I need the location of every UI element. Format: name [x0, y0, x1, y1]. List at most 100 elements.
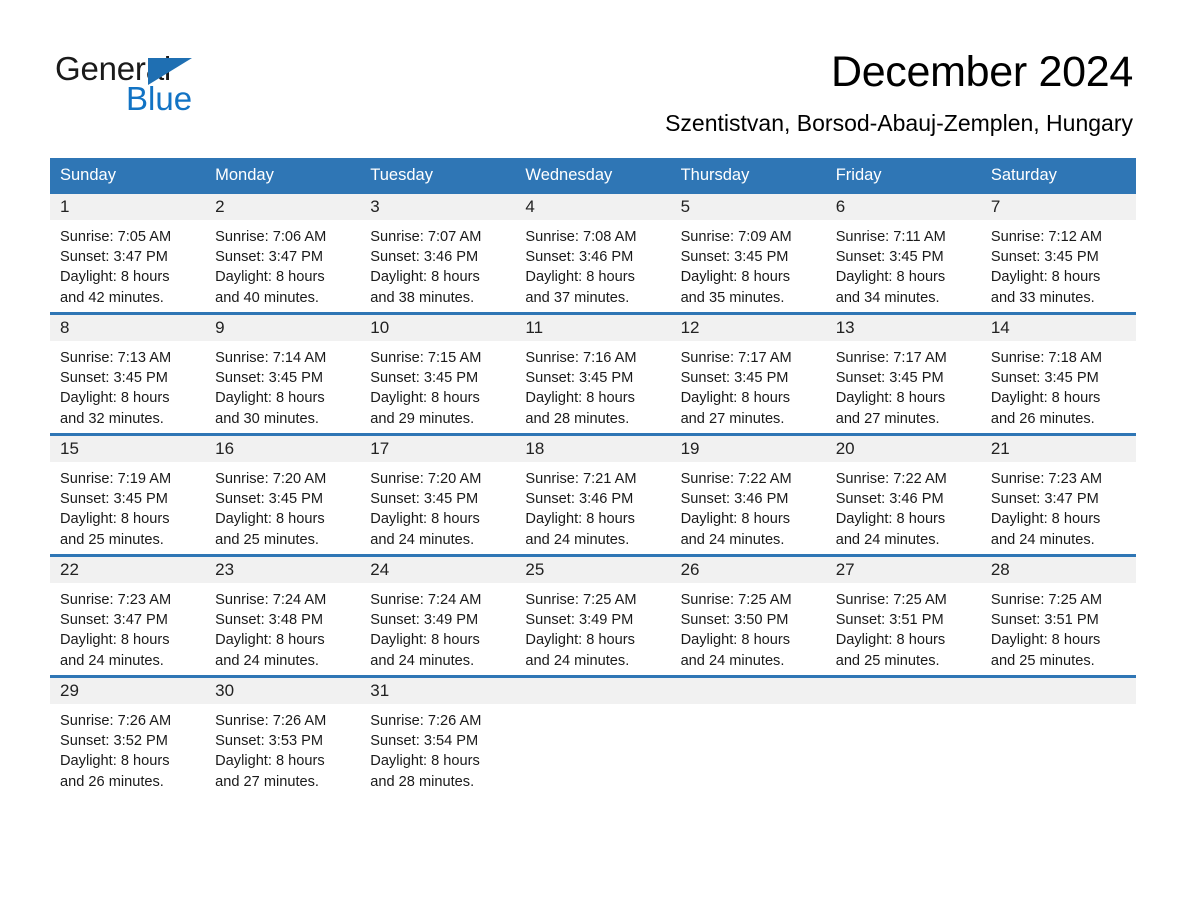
daylight-duration-line1: Daylight: 8 hours [525, 390, 635, 407]
day-details: Sunrise: 7:16 AM Sunset: 3:45 PM Daylight:… [515, 341, 670, 429]
calendar-day-cell[interactable]: 12 Sunrise: 7:17 AM Sunset: 3:45 PM Dayligh… [670, 312, 826, 435]
calendar-day-cell[interactable]: 1 Sunrise: 7:05 AM Sunset: 3:47 PM Daylight… [50, 194, 206, 314]
daylight-duration-line1: Daylight: 8 hours [835, 390, 946, 407]
day-cell-inner: 1 Sunrise: 7:05 AM Sunset: 3:47 PM Daylight… [50, 194, 206, 312]
day-cell-inner [515, 678, 671, 796]
day-number: 13 [825, 315, 981, 341]
sunrise-time: Sunrise: 7:14 AM [215, 350, 327, 366]
daylight-duration-line1: Daylight: 8 hours [215, 753, 325, 770]
sunset-time: Sunset: 3:45 PM [370, 370, 479, 387]
day-cell-inner: 27 Sunrise: 7:25 AM Sunset: 3:51 PM Dayligh… [825, 557, 981, 675]
sunrise-time: Sunrise: 7:21 AM [525, 471, 637, 487]
calendar-day-cell[interactable]: 16 Sunrise: 7:20 AM Sunset: 3:45 PM Dayligh… [205, 433, 361, 556]
calendar-day-cell[interactable]: 29 Sunrise: 7:26 AM Sunset: 3:52 PM Dayligh… [50, 675, 206, 796]
day-cell-inner: 28 Sunrise: 7:25 AM Sunset: 3:51 PM Dayligh… [980, 557, 1136, 675]
day-number: 3 [360, 194, 516, 220]
sunset-time: Sunset: 3:49 PM [525, 612, 634, 629]
calendar-day-cell[interactable]: 14 Sunrise: 7:18 AM Sunset: 3:45 PM Dayligh… [980, 312, 1136, 435]
daylight-duration-line2: and 35 minutes. [680, 289, 785, 306]
day-number: 15 [50, 436, 206, 462]
calendar-day-cell[interactable]: 25 Sunrise: 7:25 AM Sunset: 3:49 PM Dayligh… [515, 554, 671, 677]
daylight-duration-line1: Daylight: 8 hours [370, 753, 480, 770]
day-number: 26 [670, 557, 826, 583]
calendar-day-cell[interactable]: 15 Sunrise: 7:19 AM Sunset: 3:45 PM Dayligh… [50, 433, 206, 556]
calendar-day-cell[interactable]: 27 Sunrise: 7:25 AM Sunset: 3:51 PM Dayligh… [825, 554, 981, 677]
calendar-day-cell[interactable]: 5 Sunrise: 7:09 AM Sunset: 3:45 PM Daylight… [670, 194, 826, 314]
calendar-day-cell[interactable]: 21 Sunrise: 7:23 AM Sunset: 3:47 PM Dayligh… [980, 433, 1136, 556]
day-cell-inner: 9 Sunrise: 7:14 AM Sunset: 3:45 PM Daylight… [205, 315, 361, 433]
calendar-week-row: 1 Sunrise: 7:05 AM Sunset: 3:47 PM Daylight… [50, 194, 1136, 314]
calendar-day-cell[interactable]: 19 Sunrise: 7:22 AM Sunset: 3:46 PM Dayligh… [670, 433, 826, 556]
daylight-duration-line2: and 27 minutes. [215, 773, 319, 790]
calendar-day-cell[interactable]: 20 Sunrise: 7:22 AM Sunset: 3:46 PM Dayligh… [825, 433, 981, 556]
calendar-day-cell[interactable]: 23 Sunrise: 7:24 AM Sunset: 3:48 PM Dayligh… [205, 554, 361, 677]
day-number: 25 [515, 557, 671, 583]
calendar-day-cell[interactable]: 13 Sunrise: 7:17 AM Sunset: 3:45 PM Dayligh… [825, 312, 981, 435]
calendar-day-cell[interactable]: 10 Sunrise: 7:15 AM Sunset: 3:45 PM Dayligh… [360, 312, 516, 435]
sunrise-time: Sunrise: 7:11 AM [835, 229, 946, 245]
sunset-time: Sunset: 3:46 PM [835, 491, 944, 508]
calendar-day-cell[interactable]: 22 Sunrise: 7:23 AM Sunset: 3:47 PM Dayligh… [50, 554, 206, 677]
day-number: 29 [50, 678, 206, 704]
weekday-header-tuesday: Tuesday [360, 158, 516, 194]
sunset-time: Sunset: 3:45 PM [525, 370, 634, 387]
day-details: Sunrise: 7:11 AM Sunset: 3:45 PM Daylight:… [826, 220, 981, 308]
sunrise-time: Sunrise: 7:09 AM [680, 229, 792, 245]
day-details: Sunrise: 7:25 AM Sunset: 3:50 PM Daylight:… [671, 583, 826, 671]
day-details: Sunrise: 7:05 AM Sunset: 3:47 PM Daylight:… [50, 220, 205, 308]
calendar-day-cell[interactable]: 7 Sunrise: 7:12 AM Sunset: 3:45 PM Daylight… [980, 194, 1136, 314]
daylight-duration-line1: Daylight: 8 hours [525, 511, 635, 528]
calendar-day-cell[interactable]: 30 Sunrise: 7:26 AM Sunset: 3:53 PM Dayligh… [205, 675, 361, 796]
daylight-duration-line1: Daylight: 8 hours [370, 269, 480, 286]
daylight-duration-line1: Daylight: 8 hours [60, 390, 170, 407]
calendar-day-cell[interactable]: 2 Sunrise: 7:06 AM Sunset: 3:47 PM Daylight… [205, 194, 361, 314]
calendar-day-cell[interactable]: 9 Sunrise: 7:14 AM Sunset: 3:45 PM Daylight… [205, 312, 361, 435]
calendar-day-cell[interactable]: 18 Sunrise: 7:21 AM Sunset: 3:46 PM Dayligh… [515, 433, 671, 556]
sunset-time: Sunset: 3:47 PM [60, 612, 168, 629]
sunset-time: Sunset: 3:45 PM [835, 249, 944, 266]
day-number: 11 [515, 315, 671, 341]
daylight-duration-line1: Daylight: 8 hours [835, 269, 946, 286]
daylight-duration-line1: Daylight: 8 hours [215, 390, 325, 407]
day-details: Sunrise: 7:22 AM Sunset: 3:46 PM Daylight:… [826, 462, 981, 550]
sunset-time: Sunset: 3:54 PM [370, 733, 479, 750]
generalblue-logo: General Blue [55, 52, 285, 116]
day-details: Sunrise: 7:09 AM Sunset: 3:45 PM Daylight:… [671, 220, 826, 308]
logo-text-blue: Blue [126, 80, 193, 117]
calendar-day-cell[interactable]: 24 Sunrise: 7:24 AM Sunset: 3:49 PM Dayligh… [360, 554, 516, 677]
day-number [515, 678, 671, 704]
daylight-duration-line1: Daylight: 8 hours [990, 269, 1101, 286]
daylight-duration-line2: and 25 minutes. [990, 652, 1095, 669]
day-cell-inner: 8 Sunrise: 7:13 AM Sunset: 3:45 PM Daylight… [50, 315, 206, 433]
day-cell-inner: 4 Sunrise: 7:08 AM Sunset: 3:46 PM Daylight… [515, 194, 671, 312]
calendar-day-cell[interactable]: 6 Sunrise: 7:11 AM Sunset: 3:45 PM Daylight… [825, 194, 981, 314]
sunrise-time: Sunrise: 7:07 AM [370, 229, 482, 245]
day-details: Sunrise: 7:22 AM Sunset: 3:46 PM Daylight:… [671, 462, 826, 550]
calendar-day-cell[interactable]: 8 Sunrise: 7:13 AM Sunset: 3:45 PM Daylight… [50, 312, 206, 435]
daylight-duration-line2: and 24 minutes. [215, 652, 319, 669]
day-number: 5 [670, 194, 826, 220]
calendar-week-row: 15 Sunrise: 7:19 AM Sunset: 3:45 PM Dayligh… [50, 433, 1136, 556]
day-cell-inner: 26 Sunrise: 7:25 AM Sunset: 3:50 PM Dayligh… [670, 557, 826, 675]
sunset-time: Sunset: 3:47 PM [215, 249, 324, 266]
sunrise-time: Sunrise: 7:26 AM [215, 713, 327, 729]
day-cell-inner: 7 Sunrise: 7:12 AM Sunset: 3:45 PM Daylight… [980, 194, 1136, 312]
calendar-day-cell[interactable]: 11 Sunrise: 7:16 AM Sunset: 3:45 PM Dayligh… [515, 312, 671, 435]
daylight-duration-line1: Daylight: 8 hours [680, 390, 791, 407]
sunrise-time: Sunrise: 7:18 AM [990, 350, 1102, 366]
calendar-day-cell[interactable]: 31 Sunrise: 7:26 AM Sunset: 3:54 PM Dayligh… [360, 675, 516, 796]
day-number: 10 [360, 315, 516, 341]
calendar-day-cell[interactable]: 17 Sunrise: 7:20 AM Sunset: 3:45 PM Dayligh… [360, 433, 516, 556]
sunset-time: Sunset: 3:45 PM [835, 370, 944, 387]
calendar-day-cell[interactable]: 3 Sunrise: 7:07 AM Sunset: 3:46 PM Daylight… [360, 194, 516, 314]
day-cell-inner: 10 Sunrise: 7:15 AM Sunset: 3:45 PM Dayligh… [360, 315, 516, 433]
weekday-header-thursday: Thursday [670, 158, 826, 194]
daylight-duration-line1: Daylight: 8 hours [370, 390, 480, 407]
daylight-duration-line2: and 26 minutes. [990, 410, 1095, 427]
calendar-day-cell[interactable]: 26 Sunrise: 7:25 AM Sunset: 3:50 PM Dayligh… [670, 554, 826, 677]
day-number: 12 [670, 315, 826, 341]
calendar-day-cell[interactable]: 4 Sunrise: 7:08 AM Sunset: 3:46 PM Daylight… [515, 194, 671, 314]
calendar-grid: Sunday Monday Tuesday Wednesday Thursday… [50, 158, 1136, 796]
day-details: Sunrise: 7:25 AM Sunset: 3:51 PM Daylight:… [826, 583, 981, 671]
calendar-day-cell[interactable]: 28 Sunrise: 7:25 AM Sunset: 3:51 PM Dayligh… [980, 554, 1136, 677]
